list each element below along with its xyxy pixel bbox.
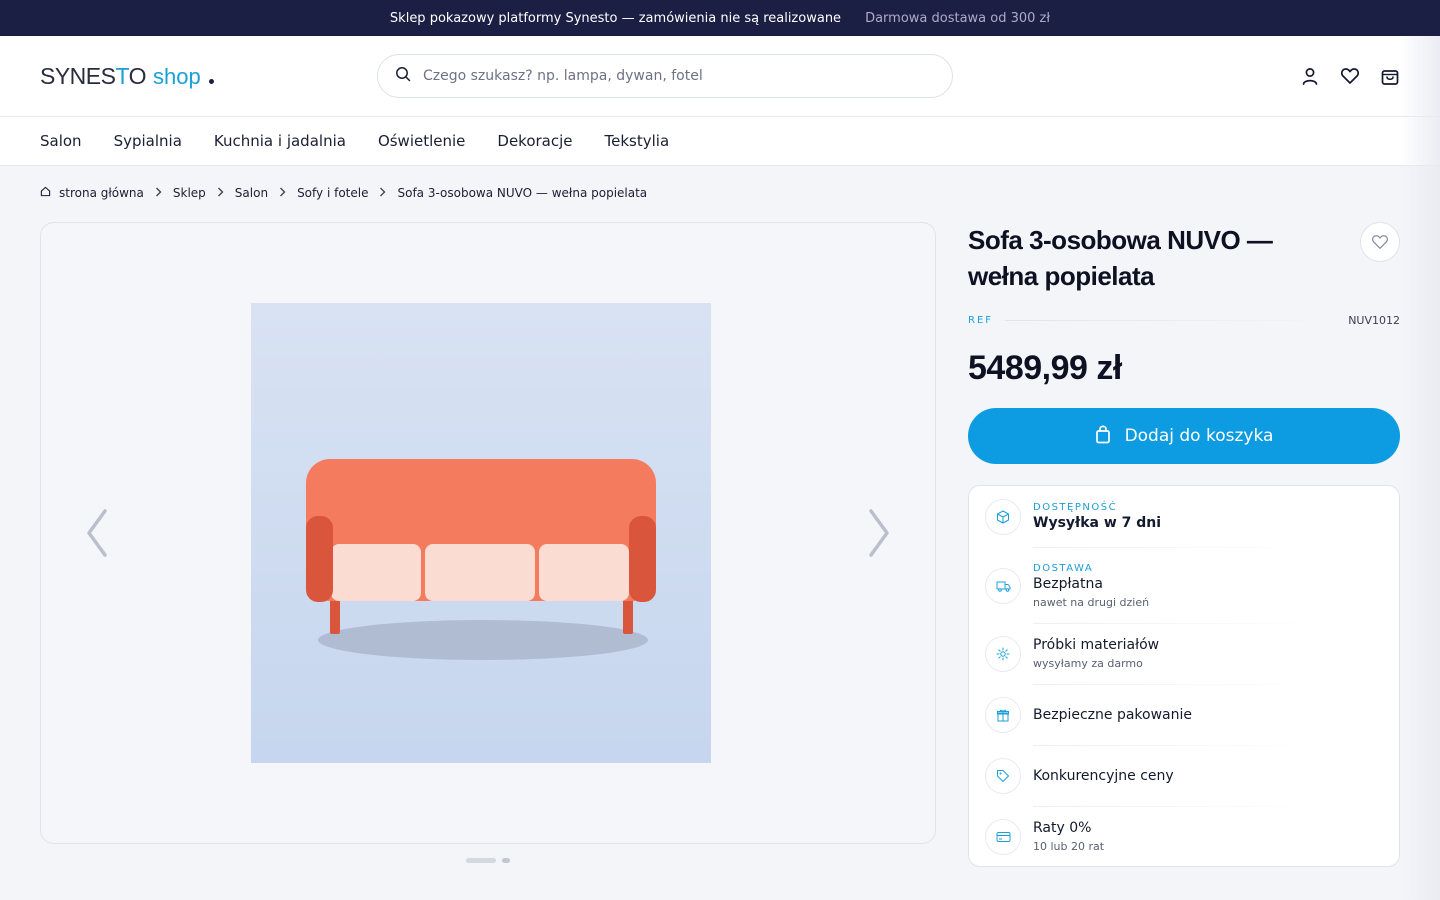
feature-main: Próbki materiałów — [1033, 637, 1160, 653]
site-header: SYNESTO shop — [0, 36, 1440, 116]
nav-item-oswietlenie[interactable]: Oświetlenie — [378, 132, 465, 150]
tag-icon — [985, 757, 1021, 794]
add-to-cart-label: Dodaj do koszyka — [1124, 426, 1274, 446]
chevron-right-icon — [379, 186, 386, 200]
top-announcement-bar: Sklep pokazowy platformy Synesto — zamów… — [0, 0, 1440, 36]
gallery-next-arrow[interactable] — [859, 505, 899, 561]
breadcrumb-salon[interactable]: Salon — [235, 186, 268, 200]
breadcrumb-sklep[interactable]: Sklep — [173, 186, 206, 200]
gallery-prev-arrow[interactable] — [77, 505, 117, 561]
ref-label: REF — [968, 315, 994, 326]
store-logo[interactable]: SYNESTO shop — [40, 63, 377, 90]
feature-packaging: Bezpieczne pakowanie — [985, 684, 1383, 745]
user-icon[interactable] — [1300, 64, 1320, 88]
product-reference: REF NUV1012 — [968, 314, 1400, 327]
nav-item-salon[interactable]: Salon — [40, 132, 82, 150]
logo-shop: shop — [153, 63, 201, 89]
feature-installments: Raty 0% 10 lub 20 rat — [985, 806, 1383, 866]
nav-item-kuchnia[interactable]: Kuchnia i jadalnia — [214, 132, 346, 150]
heart-icon[interactable] — [1340, 64, 1360, 88]
feature-main: Bezpieczne pakowanie — [1033, 706, 1192, 723]
product-features-list: DOSTĘPNOŚĆ Wysyłka w 7 dni DOSTAWA Bezpł… — [968, 485, 1400, 867]
add-to-wishlist-button[interactable] — [1360, 222, 1400, 262]
feature-prices: Konkurencyjne ceny — [985, 745, 1383, 806]
header-actions — [1300, 64, 1400, 88]
feature-main: Konkurencyjne ceny — [1033, 767, 1174, 784]
gift-icon — [985, 696, 1021, 733]
chevron-right-icon — [279, 186, 286, 200]
logo-dot — [208, 78, 214, 84]
bag-icon — [1095, 424, 1111, 449]
truck-icon — [985, 567, 1021, 604]
add-to-cart-button[interactable]: Dodaj do koszyka — [968, 408, 1400, 464]
bag-icon[interactable] — [1380, 64, 1400, 88]
free-shipping-notice: Darmowa dostawa od 300 zł — [865, 10, 1051, 26]
search-input[interactable] — [423, 68, 903, 84]
main-navigation: Salon Sypialnia Kuchnia i jadalnia Oświe… — [0, 116, 1440, 166]
feature-divider — [1033, 547, 1319, 548]
chevron-right-icon — [217, 186, 224, 200]
breadcrumb-sofy[interactable]: Sofy i fotele — [297, 186, 368, 200]
home-icon[interactable] — [40, 186, 51, 200]
product-image[interactable] — [251, 303, 711, 763]
breadcrumb-home[interactable]: strona główna — [59, 186, 144, 200]
feature-main: Wysyłka w 7 dni — [1033, 515, 1162, 531]
feature-main: Raty 0% — [1033, 820, 1092, 836]
product-gallery — [40, 222, 936, 844]
product-price: 5489,99 zł — [968, 349, 1122, 387]
search-box[interactable] — [377, 54, 953, 98]
feature-main: Bezpłatna — [1033, 575, 1103, 592]
nav-item-dekoracje[interactable]: Dekoracje — [497, 132, 572, 150]
card-icon — [985, 818, 1021, 855]
feature-caption: DOSTĘPNOŚĆ — [1033, 502, 1118, 513]
feature-availability: DOSTĘPNOŚĆ Wysyłka w 7 dni — [985, 486, 1383, 547]
demo-store-notice: Sklep pokazowy platformy Synesto — zamów… — [389, 10, 842, 26]
logo-brand: SYNESTO — [40, 62, 147, 89]
feature-samples: Próbki materiałów wysyłamy za darmo — [985, 623, 1383, 684]
breadcrumb-current: Sofa 3-osobowa NUVO — wełna popielata — [397, 186, 648, 200]
ref-divider — [1005, 320, 1337, 321]
sparkle-icon — [985, 635, 1021, 672]
search-icon — [395, 66, 411, 86]
product-title: Sofa 3-osobowa NUVO — wełna popielata — [968, 225, 1273, 291]
feature-sub: wysyłamy za darmo — [1033, 657, 1143, 670]
box-icon — [985, 498, 1021, 535]
gallery-dot-1[interactable] — [466, 858, 496, 863]
nav-item-tekstylia[interactable]: Tekstylia — [605, 132, 670, 150]
feature-delivery: DOSTAWA Bezpłatna nawet na drugi dzień — [985, 555, 1383, 616]
feature-sub: nawet na drugi dzień — [1033, 595, 1150, 609]
feature-caption: DOSTAWA — [1033, 562, 1094, 574]
ref-value: NUV1012 — [1348, 314, 1400, 327]
breadcrumb: strona główna Sklep Salon Sofy i fotele … — [40, 186, 647, 200]
gallery-pagination — [466, 858, 510, 863]
gallery-dot-2[interactable] — [502, 858, 510, 863]
chevron-right-icon — [155, 186, 162, 200]
feature-sub: 10 lub 20 rat — [1033, 840, 1105, 853]
product-info-panel: Sofa 3-osobowa NUVO — wełna popielata RE… — [968, 222, 1400, 464]
nav-item-sypialnia[interactable]: Sypialnia — [114, 132, 182, 150]
